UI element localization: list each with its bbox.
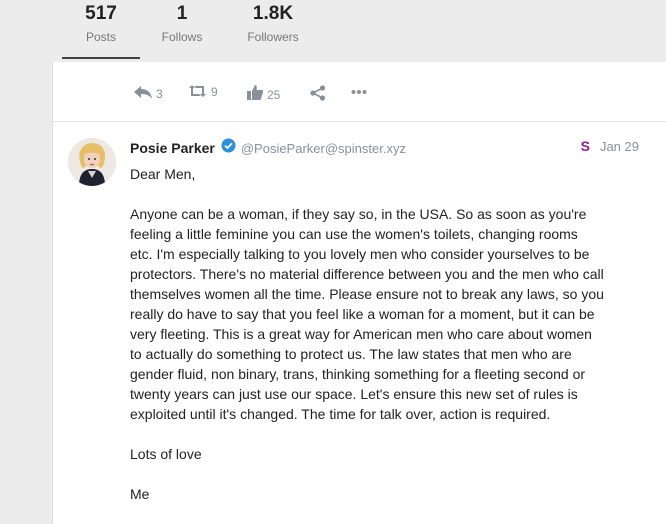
post-meta: S Jan 29 xyxy=(581,138,639,154)
verified-badge-icon xyxy=(221,138,236,158)
favourite-button[interactable]: 25 xyxy=(246,84,280,101)
post-paragraph-greeting: Dear Men, xyxy=(130,166,196,182)
post-date[interactable]: Jan 29 xyxy=(600,139,639,154)
posts-label: Posts xyxy=(85,30,116,44)
post-paragraph-signoff: Me xyxy=(130,486,150,502)
author-handle[interactable]: @PosieParker@spinster.xyz xyxy=(241,141,406,156)
boost-icon xyxy=(187,84,208,98)
thumbs-up-icon xyxy=(246,84,264,101)
boost-button[interactable]: 9 xyxy=(187,84,218,98)
reply-count: 3 xyxy=(156,87,163,101)
status-card: 3 9 25 Posie Parker @PosieParker@spinste… xyxy=(52,62,666,524)
stat-follows-tab[interactable]: 1 Follows xyxy=(137,0,227,44)
author-line: Posie Parker @PosieParker@spinster.xyz xyxy=(130,138,406,158)
reply-button[interactable]: 3 xyxy=(133,84,163,100)
followers-label: Followers xyxy=(247,30,299,44)
followers-count: 1.8K xyxy=(252,3,294,24)
reply-icon xyxy=(133,84,153,100)
instance-s-icon: S xyxy=(580,138,590,154)
more-options-button[interactable] xyxy=(351,89,367,95)
stat-posts-tab[interactable]: 517 Posts xyxy=(56,0,146,44)
stat-followers-tab[interactable]: 1.8K Followers xyxy=(228,0,318,44)
posts-count: 517 xyxy=(85,3,117,24)
post-paragraph-body: Anyone can be a woman, if they say so, i… xyxy=(130,206,604,422)
active-tab-indicator xyxy=(62,57,140,59)
avatar[interactable] xyxy=(68,138,116,186)
share-icon xyxy=(310,85,326,101)
status-action-bar: 3 9 25 xyxy=(53,62,666,122)
favourite-count: 25 xyxy=(267,88,281,102)
share-button[interactable] xyxy=(310,85,326,101)
post-paragraph-closing: Lots of love xyxy=(130,446,202,462)
ellipsis-icon xyxy=(351,89,367,95)
post-content: Dear Men, Anyone can be a woman, if they… xyxy=(130,164,645,524)
boost-count: 9 xyxy=(211,85,218,99)
author-name[interactable]: Posie Parker xyxy=(130,140,215,156)
follows-label: Follows xyxy=(161,30,203,44)
follows-count: 1 xyxy=(176,3,188,24)
profile-stats-bar: 517 Posts 1 Follows 1.8K Followers xyxy=(0,0,666,62)
avatar-image xyxy=(68,138,116,186)
